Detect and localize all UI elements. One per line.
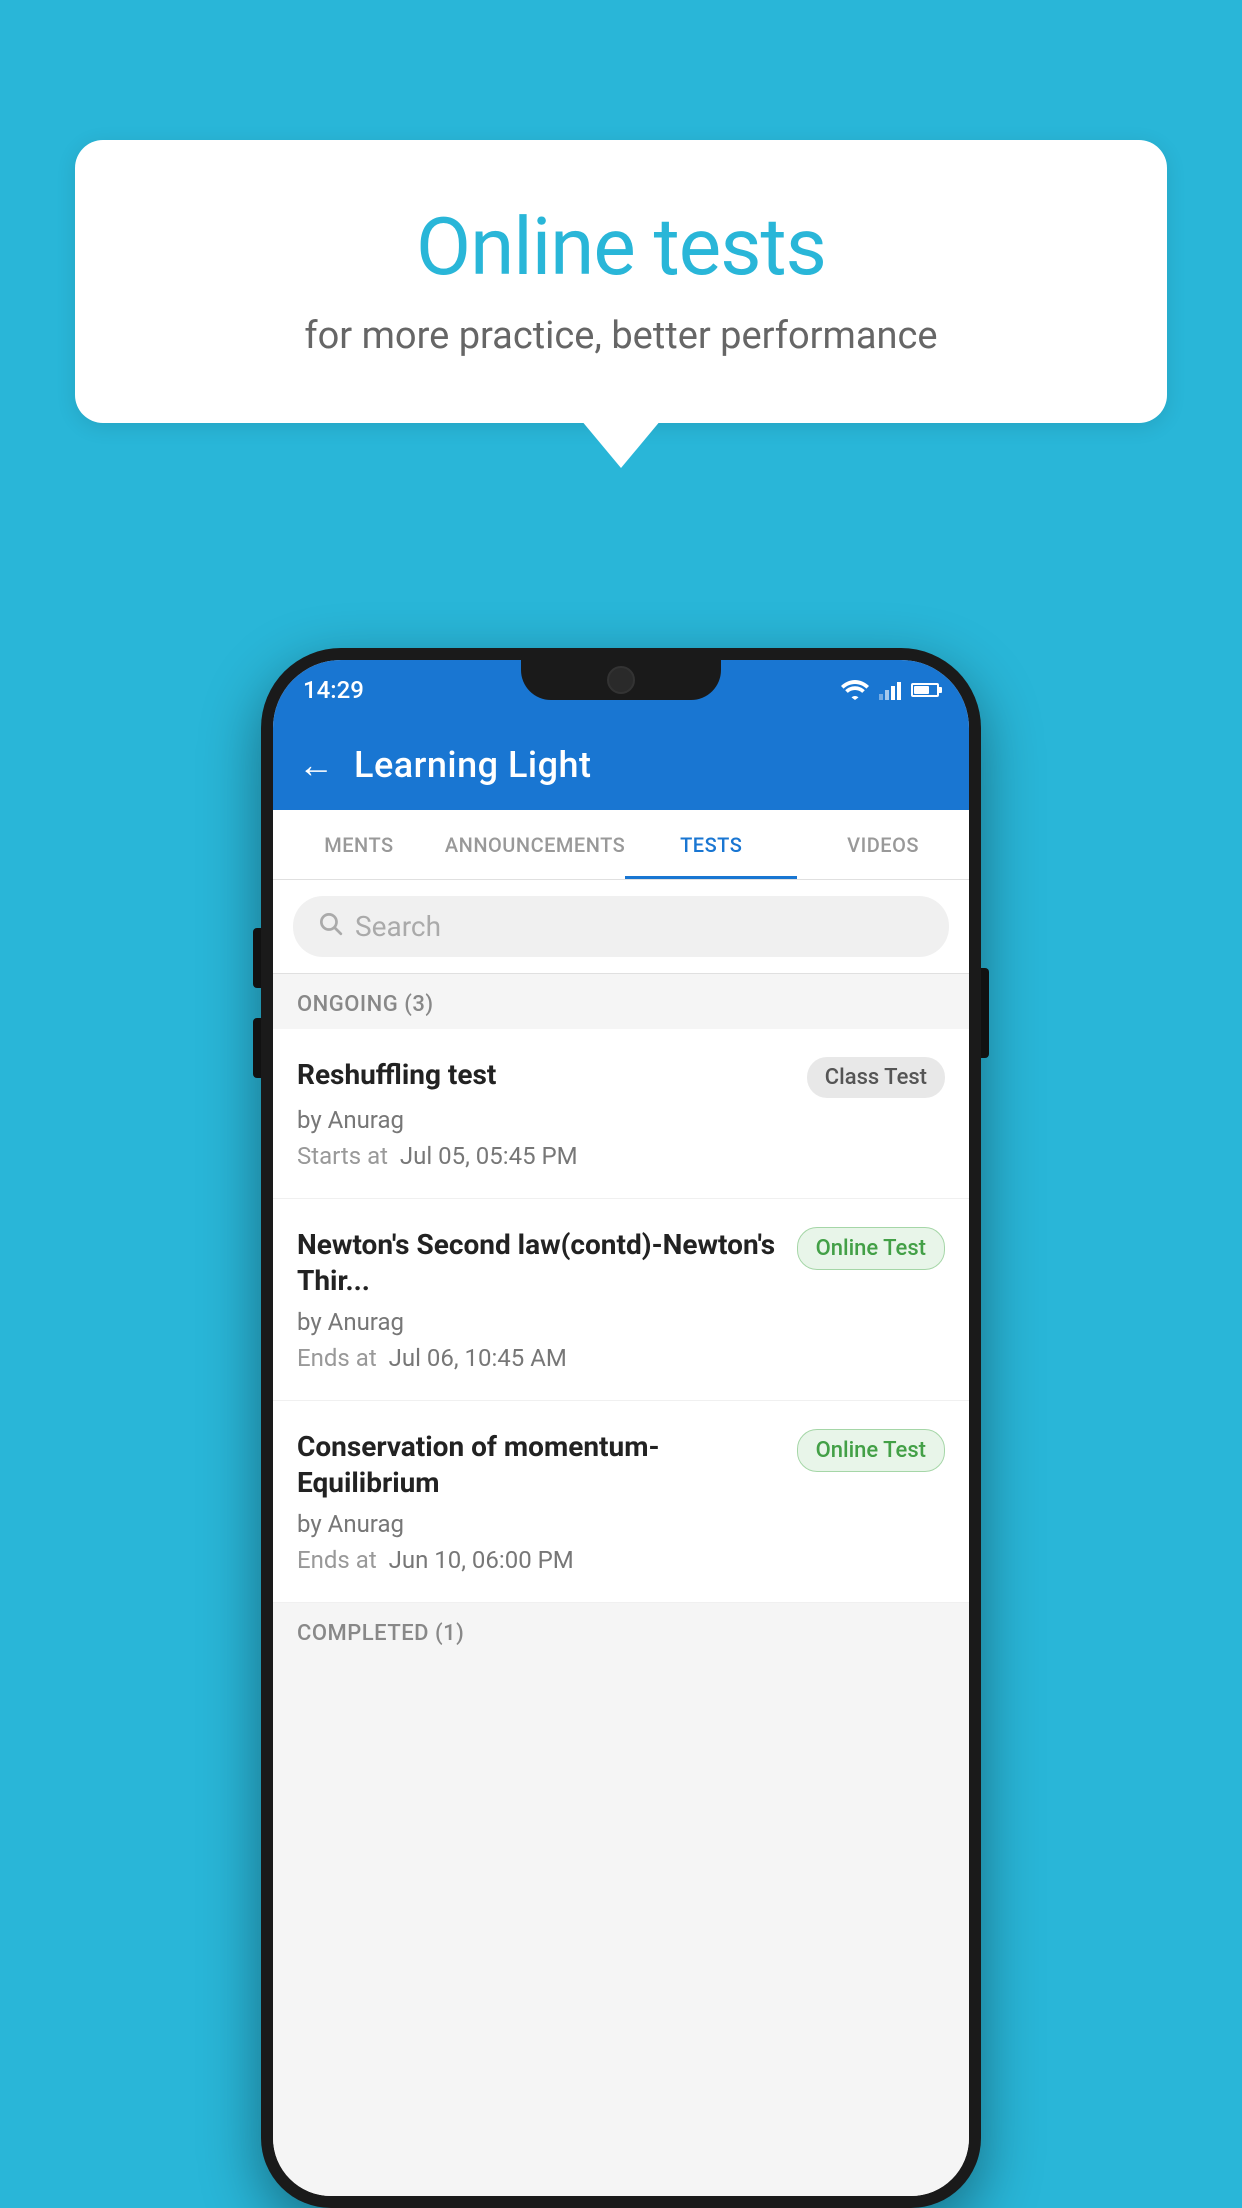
test-author: by Anurag bbox=[297, 1106, 945, 1134]
test-item-row: Reshuffling test Class Test bbox=[297, 1057, 945, 1098]
date-value: Jul 06, 10:45 AM bbox=[389, 1344, 567, 1372]
tab-videos[interactable]: VIDEOS bbox=[797, 810, 969, 879]
date-value: Jun 10, 06:00 PM bbox=[389, 1546, 574, 1574]
app-bar-title: Learning Light bbox=[354, 744, 591, 786]
test-item-row: Conservation of momentum-Equilibrium Onl… bbox=[297, 1429, 945, 1502]
test-title: Reshuffling test bbox=[297, 1057, 791, 1093]
date-label: Ends at bbox=[297, 1546, 377, 1574]
completed-section-header: COMPLETED (1) bbox=[273, 1603, 969, 1658]
tab-announcements[interactable]: ANNOUNCEMENTS bbox=[445, 810, 625, 879]
ongoing-section-header: ONGOING (3) bbox=[273, 974, 969, 1029]
speech-bubble-title: Online tests bbox=[155, 200, 1087, 294]
test-badge: Online Test bbox=[797, 1429, 945, 1472]
phone-screen: 14:29 bbox=[273, 660, 969, 2196]
phone-notch bbox=[521, 660, 721, 700]
volume-down-button[interactable] bbox=[253, 1018, 261, 1078]
search-placeholder-text: Search bbox=[355, 910, 441, 943]
date-label: Starts at bbox=[297, 1142, 388, 1170]
test-title: Conservation of momentum-Equilibrium bbox=[297, 1429, 781, 1502]
test-date: Ends at Jun 10, 06:00 PM bbox=[297, 1546, 945, 1574]
test-item-row: Newton's Second law(contd)-Newton's Thir… bbox=[297, 1227, 945, 1300]
test-author: by Anurag bbox=[297, 1308, 945, 1336]
phone-frame: 14:29 bbox=[261, 648, 981, 2208]
test-date: Ends at Jul 06, 10:45 AM bbox=[297, 1344, 945, 1372]
test-date: Starts at Jul 05, 05:45 PM bbox=[297, 1142, 945, 1170]
speech-bubble-container: Online tests for more practice, better p… bbox=[75, 140, 1167, 423]
status-icons bbox=[841, 680, 939, 700]
wifi-icon bbox=[841, 680, 869, 700]
date-value: Jul 05, 05:45 PM bbox=[400, 1142, 578, 1170]
tabs-bar: MENTS ANNOUNCEMENTS TESTS VIDEOS bbox=[273, 810, 969, 880]
search-container: Search bbox=[273, 880, 969, 974]
list-item[interactable]: Conservation of momentum-Equilibrium Onl… bbox=[273, 1401, 969, 1603]
speech-bubble: Online tests for more practice, better p… bbox=[75, 140, 1167, 423]
tab-tests[interactable]: TESTS bbox=[625, 810, 797, 879]
search-icon bbox=[317, 910, 343, 943]
content-area[interactable]: Search ONGOING (3) Reshuffling test Clas… bbox=[273, 880, 969, 2196]
signal-icon bbox=[879, 680, 901, 700]
test-title: Newton's Second law(contd)-Newton's Thir… bbox=[297, 1227, 781, 1300]
app-bar: ← Learning Light bbox=[273, 720, 969, 810]
front-camera bbox=[607, 666, 635, 694]
volume-up-button[interactable] bbox=[253, 928, 261, 988]
power-button[interactable] bbox=[981, 968, 989, 1058]
status-time: 14:29 bbox=[303, 676, 364, 704]
speech-bubble-subtitle: for more practice, better performance bbox=[155, 314, 1087, 358]
test-badge: Class Test bbox=[807, 1057, 945, 1098]
test-badge: Online Test bbox=[797, 1227, 945, 1270]
date-label: Ends at bbox=[297, 1344, 377, 1372]
back-button[interactable]: ← bbox=[298, 744, 334, 786]
tab-ments[interactable]: MENTS bbox=[273, 810, 445, 879]
search-input-wrapper[interactable]: Search bbox=[293, 896, 949, 957]
list-item[interactable]: Newton's Second law(contd)-Newton's Thir… bbox=[273, 1199, 969, 1401]
test-author: by Anurag bbox=[297, 1510, 945, 1538]
list-item[interactable]: Reshuffling test Class Test by Anurag St… bbox=[273, 1029, 969, 1199]
battery-icon bbox=[911, 683, 939, 697]
